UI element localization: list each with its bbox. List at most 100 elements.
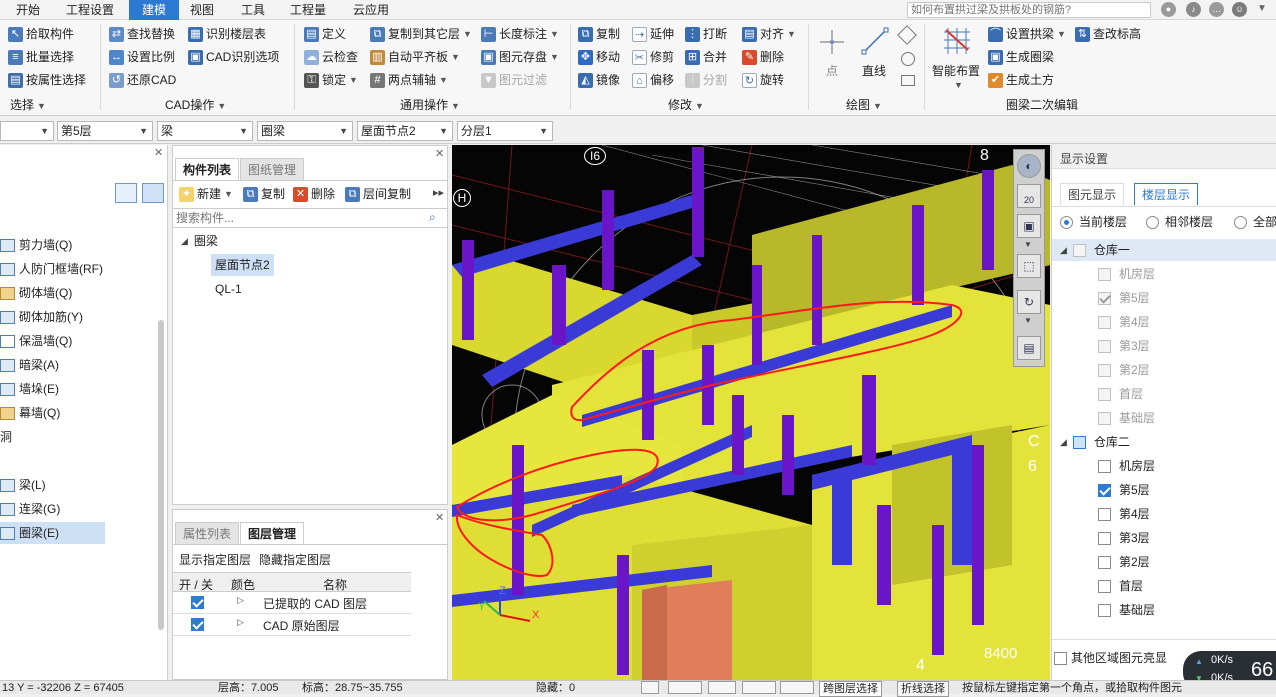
collapse-ribbon-icon[interactable]: ▼ [1257, 3, 1267, 14]
orbit-icon[interactable]: ◐ [1017, 154, 1041, 178]
circle-icon[interactable] [901, 52, 915, 66]
floor-group-warehouse1[interactable]: ◢ 仓库一 [1052, 239, 1276, 261]
delete-button[interactable]: ✎ 删除 [742, 47, 784, 67]
tab-layer-management[interactable]: 图层管理 [240, 522, 305, 544]
floor-checkbox[interactable] [1098, 387, 1111, 401]
floor-checkbox[interactable] [1098, 579, 1111, 593]
group-label-modify[interactable]: 修改 ▼ [668, 96, 704, 112]
floor-checkbox[interactable] [1098, 555, 1111, 569]
offset-button[interactable]: ⌂ 偏移 [632, 70, 674, 90]
group-checkbox[interactable] [1072, 243, 1086, 257]
tree-root-ring-beam[interactable]: ◢ 圈梁 [181, 230, 218, 252]
floor-item[interactable]: 首层 [1098, 575, 1143, 597]
layer-toggle-checkbox[interactable] [191, 618, 204, 631]
identify-floor-table-button[interactable]: ▦ 识别楼层表 [188, 24, 266, 44]
layer-select[interactable]: 分层1 ▼ [457, 121, 553, 141]
arc-icon[interactable] [897, 25, 917, 45]
cross-layer-select-button[interactable]: 跨图层选择 [819, 681, 882, 697]
polyline-select-button[interactable]: 折线选择 [897, 681, 949, 697]
radio-all-floors[interactable]: 全部 [1234, 211, 1276, 233]
radio-dot[interactable] [1060, 215, 1073, 229]
batch-select-button[interactable]: ≡ 批量选择 [8, 47, 74, 67]
copy-button[interactable]: ⧉ 复制 [578, 24, 620, 44]
layer-toggle-checkbox[interactable] [191, 596, 204, 609]
nav-item-masonry-wall[interactable]: 砌体墙(Q) [0, 282, 72, 304]
building-select[interactable]: ▼ [0, 121, 54, 141]
component-item-ql1[interactable]: QL-1 [215, 278, 242, 300]
tab-view[interactable]: 视图 [184, 0, 220, 20]
generate-earthwork-button[interactable]: ✔ 生成土方 [988, 70, 1054, 90]
copy-component-button[interactable]: ⧉ 复制 [243, 184, 285, 204]
length-dimension-button[interactable]: ⊢ 长度标注 ▼ [481, 24, 559, 44]
component-select[interactable]: 屋面节点2 ▼ [357, 121, 453, 141]
ortho-toggle-icon[interactable] [668, 681, 702, 694]
chevron-down-icon[interactable]: ▼ [1024, 316, 1032, 325]
floor-checkbox[interactable] [1098, 291, 1111, 305]
grid-toggle-icon[interactable] [708, 681, 736, 694]
type-select[interactable]: 圈梁 ▼ [257, 121, 353, 141]
nav-scrollbar[interactable] [158, 320, 164, 630]
floor-checkbox[interactable] [1098, 507, 1111, 521]
highlight-other-area-option[interactable]: 其他区域图元亮显 [1054, 647, 1167, 669]
group-label-select[interactable]: 选择 ▼ [10, 96, 46, 112]
layout-icon[interactable]: ▤ [1017, 336, 1041, 360]
floor-checkbox[interactable] [1098, 339, 1111, 353]
group-checkbox[interactable] [1072, 435, 1086, 449]
set-arch-beam-button[interactable]: ⌒ 设置拱梁 ▼ [988, 24, 1066, 44]
chevron-down-icon[interactable]: ▼ [1024, 240, 1032, 249]
floor-item[interactable]: 第4层 [1098, 503, 1150, 525]
view-2d-button[interactable]: 20 [1017, 184, 1041, 208]
align-button[interactable]: ▤ 对齐 ▼ [742, 24, 796, 44]
component-item-roof-node[interactable]: 屋面节点2 [211, 254, 274, 276]
nav-item-hidden-beam[interactable]: 暗梁(A) [0, 354, 59, 376]
find-replace-button[interactable]: ⇄ 查找替换 [109, 24, 175, 44]
tab-component-list[interactable]: 构件列表 [175, 158, 240, 180]
cube-icon[interactable]: ⬚ [1017, 254, 1041, 278]
tab-quantity[interactable]: 工程量 [284, 0, 332, 20]
group-label-draw[interactable]: 绘图 ▼ [846, 96, 882, 112]
nav-item-ring-beam[interactable]: 圈梁(E) [0, 522, 105, 544]
floor-item[interactable]: 机房层 [1098, 263, 1155, 285]
floor-item[interactable]: 第3层 [1098, 527, 1150, 549]
rect-icon[interactable] [901, 75, 915, 86]
close-icon[interactable]: ✕ [154, 146, 163, 159]
trim-button[interactable]: ✂ 修剪 [632, 47, 674, 67]
tab-property-list[interactable]: 属性列表 [175, 522, 240, 544]
floor-checkbox[interactable] [1098, 459, 1111, 473]
table-row[interactable]: ▷ CAD 原始图层 [173, 614, 411, 636]
select-by-property-button[interactable]: ▤ 按属性选择 [8, 70, 86, 90]
tab-element-display[interactable]: 图元显示 [1060, 183, 1125, 205]
floor-item[interactable]: 第5层 [1098, 479, 1150, 501]
floor-checkbox[interactable] [1098, 483, 1111, 497]
tab-drawing-management[interactable]: 图纸管理 [240, 158, 305, 180]
bell-icon[interactable]: ♪ [1186, 2, 1201, 17]
delete-component-button[interactable]: ✕ 删除 [293, 184, 335, 204]
floor-checkbox[interactable] [1098, 363, 1111, 377]
lock-button[interactable]: ⚿ 锁定 ▼ [304, 70, 358, 90]
generate-ringbeam-button[interactable]: ▣ 生成圈梁 [988, 47, 1054, 67]
floor-item[interactable]: 机房层 [1098, 455, 1155, 477]
nav-item-wall-pier[interactable]: 墙垛(E) [0, 378, 59, 400]
expand-icon[interactable]: ▷ [237, 617, 244, 628]
radio-adjacent-floor[interactable]: 相邻楼层 [1146, 211, 1213, 233]
floor-item[interactable]: 第2层 [1098, 359, 1150, 381]
nav-item-masonry-rebar[interactable]: 砌体加筋(Y) [0, 306, 83, 328]
group-label-cad[interactable]: CAD操作 ▼ [165, 96, 226, 112]
collapse-icon[interactable]: ◢ [181, 230, 188, 252]
split-button[interactable]: ⫶ 分割 [685, 70, 727, 90]
radio-dot[interactable] [1146, 215, 1159, 229]
rotate-view-icon[interactable]: ↻ [1017, 290, 1041, 314]
floor-item[interactable]: 基础层 [1098, 407, 1155, 429]
collapse-icon[interactable]: ◢ [1060, 239, 1067, 261]
close-icon[interactable]: ✕ [435, 147, 444, 160]
component-search-input[interactable] [173, 209, 423, 227]
tab-start[interactable]: 开始 [10, 0, 46, 20]
rotate-button[interactable]: ↻ 旋转 [742, 70, 784, 90]
show-layer-link[interactable]: 显示指定图层 [179, 551, 251, 568]
more-icon[interactable]: … [1209, 2, 1224, 17]
list-view-icon[interactable] [115, 183, 137, 203]
tab-cloud[interactable]: 云应用 [347, 0, 395, 20]
tab-project-settings[interactable]: 工程设置 [60, 0, 120, 20]
table-row[interactable]: ▷ 已提取的 CAD 图层 [173, 592, 411, 614]
floor-checkbox[interactable] [1098, 603, 1111, 617]
